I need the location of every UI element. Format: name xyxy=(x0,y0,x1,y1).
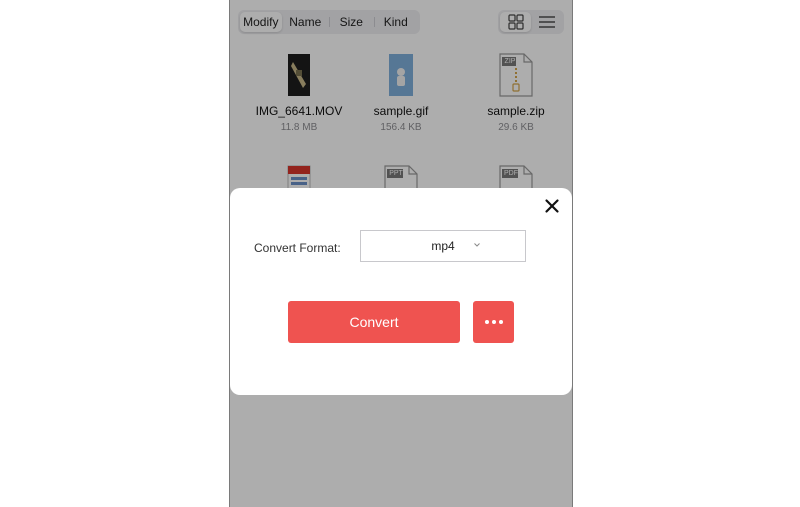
format-select[interactable]: mp4 xyxy=(360,230,526,262)
phone-screen: Modify Name Size Kind IMG_6641.MOV 11.8 … xyxy=(229,0,573,507)
format-select-value: mp4 xyxy=(431,239,455,253)
more-dots-icon xyxy=(484,320,503,324)
convert-dialog: Convert Format: mp4 Convert xyxy=(230,188,572,395)
chevron-down-icon xyxy=(474,243,480,247)
close-icon xyxy=(545,199,559,213)
convert-format-label: Convert Format: xyxy=(254,241,341,255)
close-button[interactable] xyxy=(544,198,560,214)
convert-button[interactable]: Convert xyxy=(288,301,460,343)
more-options-button[interactable] xyxy=(473,301,514,343)
